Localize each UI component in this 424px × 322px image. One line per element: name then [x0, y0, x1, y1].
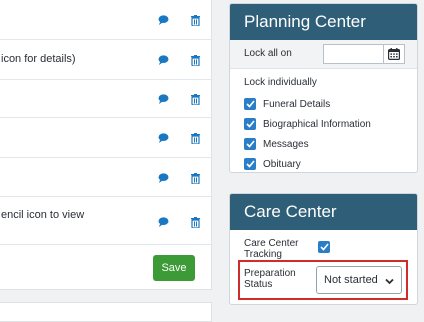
- lock-funeral-details-checkbox[interactable]: Funeral Details: [244, 97, 330, 111]
- preparation-status-value: Not started: [324, 274, 378, 286]
- trash-icon[interactable]: [189, 54, 201, 66]
- task-row: [0, 80, 211, 118]
- preparation-status-highlight: Preparation Status Not started: [238, 260, 408, 300]
- planning-center-body: Lock all on Lock individually Funeral De…: [230, 40, 417, 172]
- check-icon[interactable]: [244, 158, 256, 170]
- check-icon: [319, 243, 329, 251]
- task-row-text: encil icon to view: [1, 209, 85, 221]
- care-center-body: Care Center Tracking Preparation Status …: [230, 230, 417, 304]
- tracking-label-line2: Tracking: [244, 249, 282, 260]
- care-center-card: Care Center Care Center Tracking Prepara…: [229, 193, 418, 305]
- comment-icon[interactable]: [157, 54, 169, 66]
- chevron-down-icon: [385, 276, 394, 288]
- trash-icon[interactable]: [189, 172, 201, 184]
- task-row: [0, 158, 211, 197]
- comment-icon[interactable]: [157, 93, 169, 105]
- lock-individually-label: Lock individually: [244, 77, 317, 88]
- check-icon[interactable]: [244, 138, 256, 150]
- next-panel: [0, 302, 212, 322]
- check-icon[interactable]: [244, 118, 256, 130]
- lock-all-label: Lock all on: [244, 48, 292, 59]
- tracking-label-line1: Care Center: [244, 238, 299, 249]
- comment-icon[interactable]: [157, 216, 169, 228]
- check-icon[interactable]: [244, 98, 256, 110]
- task-list-panel: icon for details) encil icon to view Sav…: [0, 0, 212, 290]
- checkbox-label: Messages: [263, 138, 309, 150]
- task-row: [0, 118, 211, 158]
- trash-icon[interactable]: [189, 132, 201, 144]
- task-row: icon for details): [0, 40, 211, 80]
- lock-obituary-checkbox[interactable]: Obituary: [244, 157, 301, 171]
- comment-icon[interactable]: [157, 14, 169, 26]
- trash-icon[interactable]: [189, 93, 201, 105]
- checkbox-label: Obituary: [263, 158, 301, 170]
- preparation-status-select[interactable]: Not started: [316, 266, 402, 294]
- task-row: encil icon to view: [0, 197, 211, 245]
- lock-all-row: Lock all on: [230, 40, 417, 69]
- trash-icon[interactable]: [189, 14, 201, 26]
- planning-center-card: Planning Center Lock all on Lock individ…: [229, 3, 418, 173]
- preparation-status-label: Preparation Status: [244, 268, 296, 290]
- save-button[interactable]: Save: [153, 255, 195, 281]
- prep-label-line2: Status: [244, 279, 273, 290]
- care-center-tracking-checkbox[interactable]: [318, 241, 330, 253]
- task-row-text: icon for details): [1, 53, 76, 65]
- lock-biographical-information-checkbox[interactable]: Biographical Information: [244, 117, 371, 131]
- lock-all-date-input[interactable]: [323, 44, 383, 64]
- lock-messages-checkbox[interactable]: Messages: [244, 137, 309, 151]
- care-center-title: Care Center: [230, 194, 417, 230]
- care-center-tracking-label: Care Center Tracking: [244, 238, 298, 260]
- task-row: [0, 0, 211, 40]
- planning-center-title: Planning Center: [230, 4, 417, 40]
- checkbox-label: Biographical Information: [263, 118, 371, 130]
- comment-icon[interactable]: [157, 132, 169, 144]
- checkbox-label: Funeral Details: [263, 98, 331, 110]
- prep-label-line1: Preparation: [244, 268, 296, 279]
- trash-icon[interactable]: [189, 216, 201, 228]
- comment-icon[interactable]: [157, 172, 169, 184]
- calendar-icon[interactable]: [383, 44, 405, 64]
